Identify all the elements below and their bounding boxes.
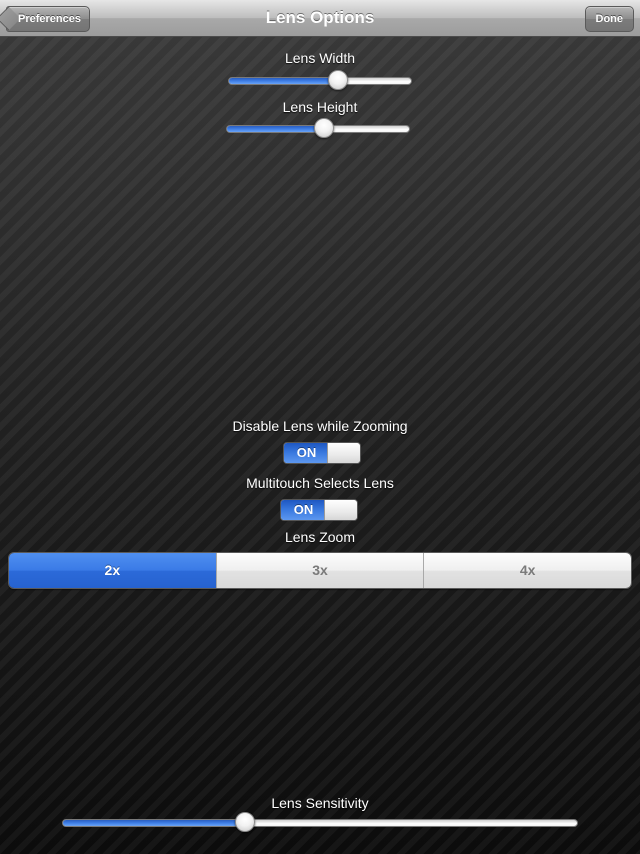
navigation-bar: Preferences Lens Options Done xyxy=(0,0,640,37)
lens-zoom-option-2x[interactable]: 2x xyxy=(9,553,216,588)
done-button[interactable]: Done xyxy=(584,6,634,32)
lens-width-track xyxy=(228,77,412,85)
disable-lens-while-zooming-toggle[interactable]: ON xyxy=(283,442,361,464)
preferences-back-button[interactable]: Preferences xyxy=(6,6,90,32)
lens-sensitivity-label: Lens Sensitivity xyxy=(271,795,369,811)
done-button-label: Done xyxy=(595,13,624,25)
lens-height-fill xyxy=(227,126,324,132)
toggle-knob xyxy=(327,443,360,463)
toggle-knob xyxy=(324,500,357,520)
back-button-label: Preferences xyxy=(18,13,81,25)
lens-sensitivity-fill xyxy=(63,820,246,826)
lens-zoom-option-3x[interactable]: 3x xyxy=(215,553,424,588)
toggle-on-label: ON xyxy=(281,500,326,520)
lens-sensitivity-thumb[interactable] xyxy=(235,812,256,832)
lens-width-thumb[interactable] xyxy=(328,70,349,90)
lens-zoom-option-4x[interactable]: 4x xyxy=(423,553,631,588)
lens-height-thumb[interactable] xyxy=(313,118,334,138)
toggle-on-label: ON xyxy=(284,443,329,463)
lens-width-slider[interactable] xyxy=(228,69,412,93)
lens-zoom-label: Lens Zoom xyxy=(284,529,356,545)
lens-sensitivity-track xyxy=(62,819,578,827)
lens-width-fill xyxy=(229,78,339,84)
multitouch-selects-lens-label: Multitouch Selects Lens xyxy=(246,475,394,491)
lens-zoom-segmented-control: 2x 3x 4x xyxy=(8,552,632,589)
lens-height-slider[interactable] xyxy=(226,117,410,141)
lens-width-label: Lens Width xyxy=(284,50,356,66)
lens-height-label: Lens Height xyxy=(282,99,358,115)
lens-sensitivity-slider[interactable] xyxy=(62,811,578,835)
page-title: Lens Options xyxy=(265,8,375,27)
disable-lens-while-zooming-label: Disable Lens while Zooming xyxy=(232,418,408,434)
multitouch-selects-lens-toggle[interactable]: ON xyxy=(280,499,358,521)
